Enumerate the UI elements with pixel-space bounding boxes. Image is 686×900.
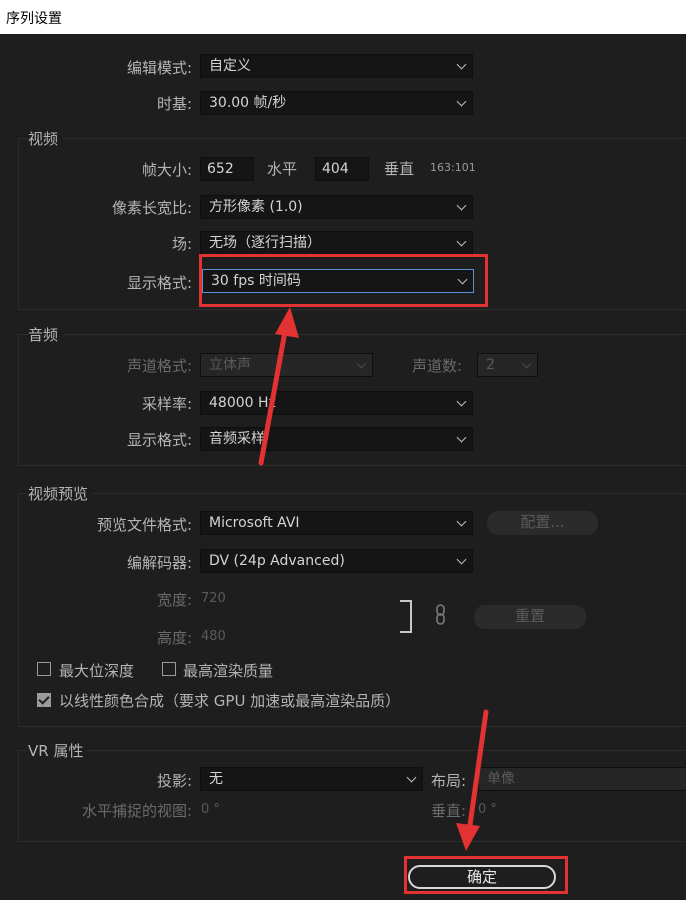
arrow-down-shaft bbox=[466, 709, 489, 835]
arrow-up-head bbox=[275, 307, 299, 338]
arrow-up-shaft bbox=[258, 323, 289, 466]
annotation-arrows bbox=[258, 307, 489, 851]
arrow-down-head bbox=[456, 823, 480, 851]
